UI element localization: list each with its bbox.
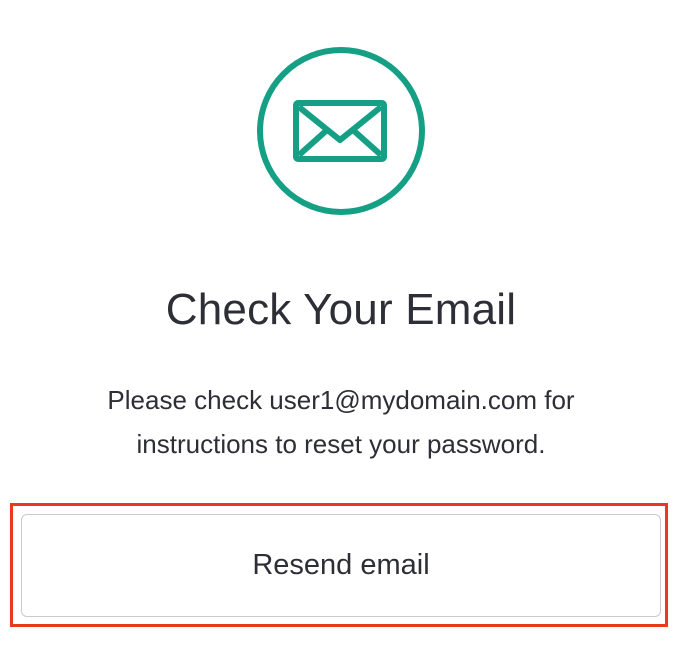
check-email-page: Check Your Email Please check user1@mydo… xyxy=(0,0,682,645)
message-line-2: instructions to reset your password. xyxy=(136,429,546,459)
page-title: Check Your Email xyxy=(165,285,517,334)
message-line-1: Please check user1@mydomain.com for xyxy=(107,385,575,415)
resend-email-button[interactable]: Resend email xyxy=(21,514,661,617)
instructions-message: Please check user1@mydomain.com for inst… xyxy=(0,378,682,466)
envelope-icon xyxy=(256,46,426,216)
